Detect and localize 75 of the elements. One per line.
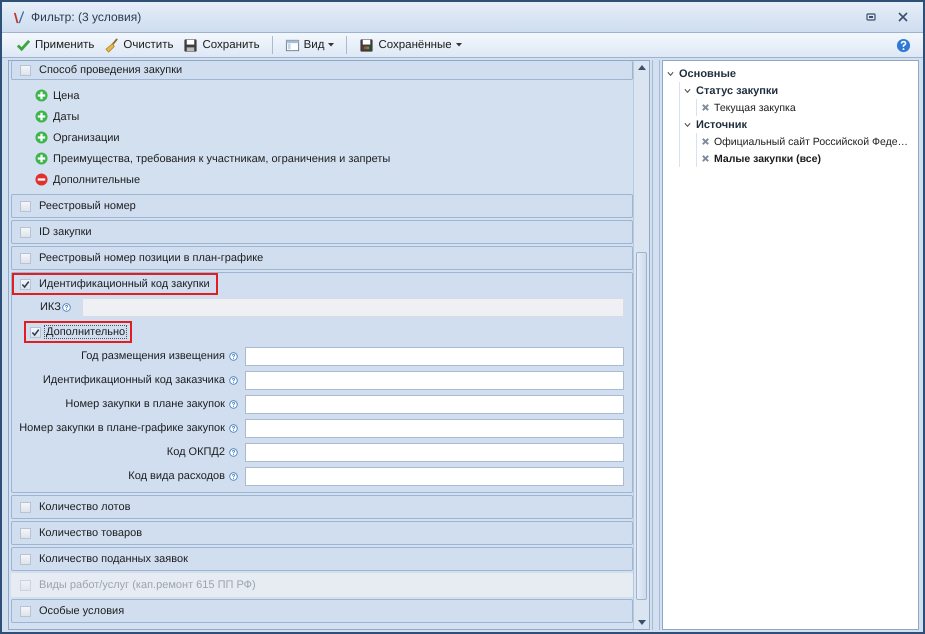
- section-title: Реестровый номер: [39, 200, 136, 212]
- scroll-down-icon[interactable]: [638, 620, 646, 625]
- help-icon[interactable]: [229, 352, 238, 360]
- close-icon[interactable]: [897, 11, 909, 23]
- tree-item[interactable]: Текущая закупка: [714, 102, 796, 114]
- toolbar-button[interactable]: Сохранённые: [355, 36, 466, 54]
- section-title: Реестровый номер позиции в план-графике: [39, 252, 264, 264]
- section-title: Количество товаров: [39, 527, 142, 539]
- input-field[interactable]: [245, 418, 624, 438]
- input-field[interactable]: [245, 442, 624, 462]
- checkbox[interactable]: [20, 502, 31, 512]
- section-title: Идентификационный код закупки: [39, 278, 210, 290]
- group-link[interactable]: Преимущества, требования к участникам, ограничения и запреты: [35, 148, 633, 169]
- field-label: ИКЗ: [40, 301, 58, 313]
- field-label: Год размещения извещения: [80, 350, 225, 362]
- remove-icon[interactable]: [701, 154, 710, 163]
- chevron-down-icon[interactable]: [667, 70, 674, 76]
- checkbox[interactable]: [20, 252, 31, 264]
- group-link[interactable]: Цена: [35, 85, 633, 106]
- tree-group[interactable]: Источник: [696, 118, 748, 130]
- checkbox[interactable]: [20, 200, 31, 212]
- checkbox[interactable]: [20, 278, 31, 290]
- input-field[interactable]: [82, 298, 624, 316]
- help-icon[interactable]: [62, 302, 71, 312]
- toolbar-button[interactable]: Вид: [280, 36, 338, 54]
- broom-icon: [104, 38, 120, 52]
- checkmark-icon: [16, 38, 31, 52]
- field-label: Идентификационный код заказчика: [42, 374, 225, 386]
- window-title: Фильтр: (3 условия): [31, 10, 142, 24]
- section-title: Особые условия: [39, 605, 124, 617]
- toolbar-button[interactable]: Очистить: [100, 36, 178, 54]
- checkbox[interactable]: [20, 528, 31, 538]
- input-field[interactable]: [245, 394, 624, 414]
- pen-icon: [12, 10, 25, 24]
- group-link[interactable]: Даты: [35, 106, 633, 127]
- help-icon[interactable]: [229, 376, 238, 384]
- chevron-down-icon[interactable]: [684, 122, 691, 128]
- section-title: Количество поданных заявок: [39, 553, 188, 565]
- tree-item[interactable]: Малые закупки (все): [714, 152, 821, 164]
- toolbar-button[interactable]: Сохранить: [179, 36, 264, 54]
- input-field[interactable]: [245, 466, 624, 486]
- checkbox[interactable]: [20, 606, 31, 616]
- field-label: Код ОКПД2: [166, 446, 225, 458]
- tree-group[interactable]: Основные: [679, 68, 736, 80]
- toolbar-button[interactable]: Применить: [12, 36, 98, 54]
- scrollbar[interactable]: [633, 61, 649, 629]
- help-icon[interactable]: [229, 472, 238, 480]
- input-field[interactable]: [245, 370, 624, 390]
- checkbox[interactable]: [20, 226, 31, 238]
- group-link[interactable]: Дополнительные: [35, 169, 633, 190]
- input-field[interactable]: [245, 346, 624, 366]
- remove-icon[interactable]: [701, 103, 710, 112]
- field-label: Код вида расходов: [127, 470, 225, 482]
- tree-group[interactable]: Статус закупки: [696, 84, 778, 96]
- remove-icon[interactable]: [701, 137, 710, 146]
- section-title: Количество лотов: [39, 501, 130, 513]
- help-icon[interactable]: [896, 38, 911, 52]
- help-icon[interactable]: [229, 400, 238, 408]
- field-label: Номер закупки в плане-графике закупок: [18, 422, 225, 434]
- tree-item[interactable]: Официальный сайт Российской Феде…: [714, 136, 908, 148]
- section-title: Виды работ/услуг (кап.ремонт 615 ПП РФ): [39, 579, 256, 591]
- checkbox[interactable]: [30, 326, 41, 338]
- section-title: Способ проведения закупки: [39, 64, 182, 76]
- checkbox[interactable]: [20, 64, 31, 76]
- section-title: ID закупки: [39, 226, 92, 238]
- checkbox[interactable]: [20, 554, 31, 564]
- window-icon: [284, 38, 300, 52]
- restore-icon[interactable]: [865, 11, 877, 23]
- group-link[interactable]: Организации: [35, 127, 633, 148]
- scroll-up-icon[interactable]: [638, 65, 646, 70]
- chevron-down-icon[interactable]: [684, 88, 691, 94]
- scroll-thumb[interactable]: [636, 252, 647, 600]
- help-icon[interactable]: [229, 448, 238, 456]
- field-label: Номер закупки в плане закупок: [64, 398, 225, 410]
- help-icon[interactable]: [229, 424, 238, 432]
